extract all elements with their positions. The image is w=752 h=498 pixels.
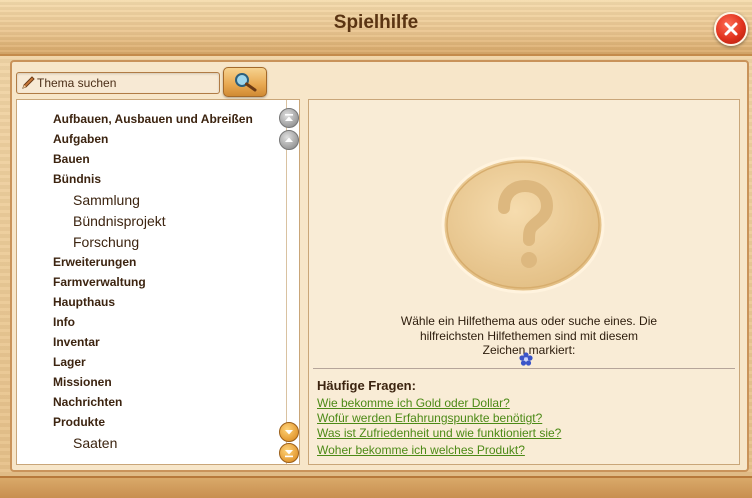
scroll-top-button[interactable] bbox=[279, 108, 299, 128]
scroll-down-button[interactable] bbox=[279, 422, 299, 442]
help-hint: Wähle ein Hilfethema aus oder suche eine… bbox=[369, 314, 689, 358]
question-coin-icon bbox=[441, 156, 605, 294]
hint-line: hilfreichsten Hilfethemen sind mit diese… bbox=[419, 328, 639, 343]
double-chevron-down-icon bbox=[285, 450, 293, 458]
faq-link[interactable]: Woher bekomme ich welches Produkt? bbox=[317, 443, 525, 457]
topic-item[interactable]: Aufgaben bbox=[53, 132, 108, 146]
scroll-bottom-button[interactable] bbox=[279, 443, 299, 463]
double-chevron-up-icon bbox=[285, 114, 293, 121]
topic-list: Aufbauen, Ausbauen und Abreißen Aufgaben… bbox=[16, 99, 300, 465]
search-field[interactable] bbox=[16, 72, 220, 94]
search-input[interactable] bbox=[37, 73, 215, 93]
magnifier-icon bbox=[235, 73, 257, 92]
faq-title: Häufige Fragen: bbox=[317, 378, 416, 393]
divider bbox=[313, 368, 735, 369]
pencil-icon bbox=[22, 76, 35, 89]
chevron-up-icon bbox=[285, 137, 293, 142]
subtopic-item[interactable]: Sammlung bbox=[73, 192, 140, 208]
close-icon bbox=[724, 22, 738, 36]
topic-item[interactable]: Bündnis bbox=[53, 172, 101, 186]
topic-item[interactable]: Farmverwaltung bbox=[53, 275, 146, 289]
topic-item[interactable]: Erweiterungen bbox=[53, 255, 136, 269]
subtopic-item[interactable]: Forschung bbox=[73, 234, 139, 250]
topic-item[interactable]: Missionen bbox=[53, 375, 112, 389]
flower-icon bbox=[519, 352, 533, 366]
topic-item[interactable]: Inventar bbox=[53, 335, 100, 349]
faq-link[interactable]: Wofür werden Erfahrungspunkte benötigt? bbox=[317, 411, 542, 425]
title-bar: Spielhilfe bbox=[0, 0, 752, 56]
topic-item[interactable]: Produkte bbox=[53, 415, 105, 429]
topic-item[interactable]: Haupthaus bbox=[53, 295, 115, 309]
topic-item[interactable]: Nachrichten bbox=[53, 395, 122, 409]
subtopic-item[interactable]: Saaten bbox=[73, 435, 117, 451]
scroll-up-button[interactable] bbox=[279, 130, 299, 150]
window-title: Spielhilfe bbox=[333, 12, 419, 33]
topic-item[interactable]: Lager bbox=[53, 355, 86, 369]
faq-link[interactable]: Wie bekomme ich Gold oder Dollar? bbox=[317, 396, 510, 410]
topic-item[interactable]: Info bbox=[53, 315, 75, 329]
search-button[interactable] bbox=[223, 67, 267, 97]
hint-line: Wähle ein Hilfethema aus oder suche eine… bbox=[400, 314, 658, 328]
bottom-frame bbox=[0, 476, 752, 498]
scrollbar-track bbox=[286, 100, 287, 464]
faq-link[interactable]: Was ist Zufriedenheit und wie funktionie… bbox=[317, 426, 561, 440]
help-content: Wähle ein Hilfethema aus oder suche eine… bbox=[308, 99, 740, 465]
topic-item[interactable]: Aufbauen, Ausbauen und Abreißen bbox=[53, 112, 253, 126]
subtopic-item[interactable]: Bündnisprojekt bbox=[73, 213, 166, 229]
chevron-down-icon bbox=[285, 430, 293, 435]
topic-item[interactable]: Bauen bbox=[53, 152, 90, 166]
close-button[interactable] bbox=[714, 12, 748, 46]
